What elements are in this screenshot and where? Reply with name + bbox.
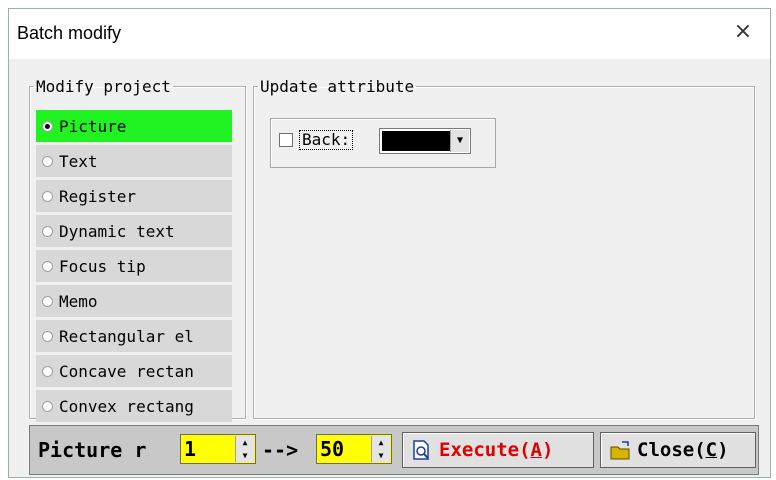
folder-close-icon — [610, 441, 630, 460]
back-color-select[interactable]: ▼ — [379, 128, 471, 154]
close-label: Close(C) — [637, 439, 729, 461]
range-toolbar: Picture r 1 ▲ ▼ --> 50 ▲ ▼ Execute(A) Cl… — [29, 425, 759, 475]
back-attribute-row: Back: ▼ — [270, 118, 496, 168]
spin-down-icon[interactable]: ▼ — [236, 449, 254, 462]
title-bar: Batch modify × — [9, 9, 770, 59]
radio-icon — [42, 400, 53, 412]
radio-icon — [42, 190, 53, 202]
radio-label: Picture — [59, 116, 127, 136]
to-spin-buttons[interactable]: ▲ ▼ — [371, 436, 390, 462]
radio-item-concave-rectangle[interactable]: Concave rectan — [36, 355, 232, 387]
radio-label: Memo — [59, 291, 98, 311]
batch-modify-dialog: Batch modify × Modify project Picture Te… — [8, 8, 771, 478]
color-swatch — [382, 131, 450, 151]
range-arrow: --> — [262, 438, 299, 462]
radio-icon — [42, 295, 53, 307]
radio-item-picture[interactable]: Picture — [36, 110, 232, 142]
radio-label: Text — [59, 151, 98, 171]
to-spinbox[interactable]: 50 ▲ ▼ — [316, 434, 392, 464]
close-icon[interactable]: × — [728, 17, 758, 47]
radio-label: Rectangular el — [59, 326, 194, 346]
radio-label: Focus tip — [59, 256, 146, 276]
dropdown-arrow-icon[interactable]: ▼ — [450, 130, 469, 152]
update-attribute-group: Update attribute Back: ▼ — [253, 77, 755, 419]
modify-project-group: Modify project Picture Text Register Dyn… — [29, 77, 246, 422]
modify-project-legend: Modify project — [36, 77, 171, 96]
radio-label: Register — [59, 186, 137, 206]
range-label: Picture r — [38, 438, 147, 462]
modify-project-list: Picture Text Register Dynamic text Focus… — [36, 110, 232, 425]
back-label: Back: — [299, 130, 354, 150]
close-button[interactable]: Close(C) — [600, 432, 756, 468]
radio-item-convex-rectangle[interactable]: Convex rectang — [36, 390, 232, 422]
radio-label: Concave rectan — [59, 361, 194, 381]
radio-item-rectangular[interactable]: Rectangular el — [36, 320, 232, 352]
radio-label: Convex rectang — [59, 396, 194, 416]
execute-label: Execute(A) — [439, 439, 554, 461]
execute-button[interactable]: Execute(A) — [402, 432, 594, 468]
from-spinbox[interactable]: 1 ▲ ▼ — [180, 434, 256, 464]
preview-doc-icon — [413, 440, 429, 460]
spin-up-icon[interactable]: ▲ — [372, 436, 390, 449]
radio-item-memo[interactable]: Memo — [36, 285, 232, 317]
radio-icon — [42, 260, 53, 272]
spin-down-icon[interactable]: ▼ — [372, 449, 390, 462]
radio-icon — [42, 225, 53, 237]
window-title: Batch modify — [17, 23, 122, 43]
update-attribute-legend: Update attribute — [260, 77, 415, 96]
radio-item-text[interactable]: Text — [36, 145, 232, 177]
radio-item-focus-tip[interactable]: Focus tip — [36, 250, 232, 282]
radio-icon — [42, 155, 53, 167]
radio-icon — [42, 330, 53, 342]
to-value: 50 — [320, 437, 345, 461]
radio-item-register[interactable]: Register — [36, 180, 232, 212]
radio-icon — [42, 120, 53, 132]
spin-up-icon[interactable]: ▲ — [236, 436, 254, 449]
from-spin-buttons[interactable]: ▲ ▼ — [235, 436, 254, 462]
radio-label: Dynamic text — [59, 221, 175, 241]
from-value: 1 — [184, 437, 197, 461]
radio-item-dynamic-text[interactable]: Dynamic text — [36, 215, 232, 247]
radio-icon — [42, 365, 53, 377]
checkbox-icon[interactable] — [279, 133, 293, 147]
